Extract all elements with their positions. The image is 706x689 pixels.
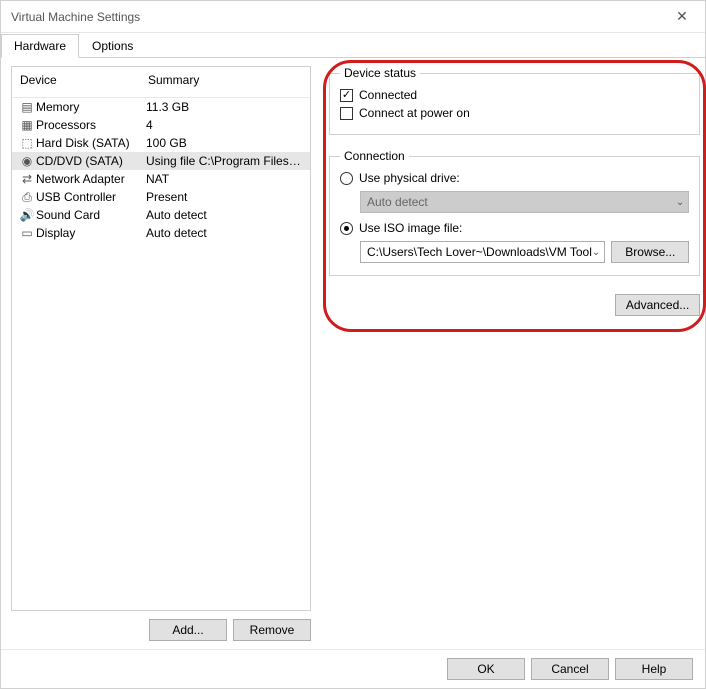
- device-summary: Auto detect: [146, 226, 304, 240]
- cpu-icon: ▦: [18, 118, 36, 132]
- device-list: Device Summary ▤Memory11.3 GB▦Processors…: [11, 66, 311, 611]
- chevron-down-icon[interactable]: ⌄: [592, 247, 600, 258]
- device-summary: 100 GB: [146, 136, 304, 150]
- device-rows: ▤Memory11.3 GB▦Processors4⬚Hard Disk (SA…: [12, 98, 310, 610]
- memory-icon: ▤: [18, 100, 36, 114]
- help-button[interactable]: Help: [615, 658, 693, 680]
- device-panel: Device Summary ▤Memory11.3 GB▦Processors…: [11, 66, 311, 641]
- device-label: Sound Card: [36, 208, 146, 222]
- titlebar: Virtual Machine Settings ✕: [1, 1, 705, 33]
- ok-button[interactable]: OK: [447, 658, 525, 680]
- chevron-down-icon: ⌄: [676, 197, 684, 208]
- col-summary: Summary: [148, 73, 302, 87]
- device-summary: Present: [146, 190, 304, 204]
- physical-drive-value: Auto detect: [367, 195, 676, 209]
- device-label: Memory: [36, 100, 146, 114]
- device-row[interactable]: 🔊Sound CardAuto detect: [12, 206, 310, 224]
- device-status-group: Device status Connected Connect at power…: [329, 66, 700, 135]
- connection-legend: Connection: [340, 149, 409, 163]
- power-on-label: Connect at power on: [359, 106, 470, 120]
- device-label: Network Adapter: [36, 172, 146, 186]
- tab-strip: Hardware Options: [1, 33, 705, 58]
- physical-drive-row[interactable]: Use physical drive:: [340, 169, 689, 187]
- settings-window: Virtual Machine Settings ✕ Hardware Opti…: [0, 0, 706, 689]
- add-button[interactable]: Add...: [149, 619, 227, 641]
- device-list-header: Device Summary: [12, 67, 310, 98]
- device-label: CD/DVD (SATA): [36, 154, 146, 168]
- network-icon: ⇄: [18, 172, 36, 186]
- cancel-button[interactable]: Cancel: [531, 658, 609, 680]
- tab-hardware[interactable]: Hardware: [1, 34, 79, 58]
- device-summary: 11.3 GB: [146, 100, 304, 114]
- device-label: Hard Disk (SATA): [36, 136, 146, 150]
- remove-button[interactable]: Remove: [233, 619, 311, 641]
- device-summary: NAT: [146, 172, 304, 186]
- device-status-legend: Device status: [340, 66, 420, 80]
- device-label: Processors: [36, 118, 146, 132]
- iso-radio[interactable]: [340, 222, 353, 235]
- device-row[interactable]: ◉CD/DVD (SATA)Using file C:\Program File…: [12, 152, 310, 170]
- display-icon: ▭: [18, 226, 36, 240]
- window-title: Virtual Machine Settings: [11, 10, 659, 24]
- device-label: USB Controller: [36, 190, 146, 204]
- device-row[interactable]: ⇄Network AdapterNAT: [12, 170, 310, 188]
- device-row[interactable]: ▤Memory11.3 GB: [12, 98, 310, 116]
- physical-drive-radio[interactable]: [340, 172, 353, 185]
- power-on-checkbox[interactable]: [340, 107, 353, 120]
- device-row[interactable]: ▭DisplayAuto detect: [12, 224, 310, 242]
- content-area: Device Summary ▤Memory11.3 GB▦Processors…: [1, 58, 705, 649]
- connection-group: Connection Use physical drive: Auto dete…: [329, 149, 700, 276]
- power-on-row[interactable]: Connect at power on: [340, 104, 689, 122]
- connected-checkbox[interactable]: [340, 89, 353, 102]
- iso-row[interactable]: Use ISO image file:: [340, 219, 689, 237]
- device-row[interactable]: ⬚Hard Disk (SATA)100 GB: [12, 134, 310, 152]
- connected-row[interactable]: Connected: [340, 86, 689, 104]
- sound-icon: 🔊: [18, 208, 36, 222]
- physical-drive-combo: Auto detect ⌄: [360, 191, 689, 213]
- dialog-buttons: OK Cancel Help: [1, 649, 705, 688]
- usb-icon: ⎙: [18, 190, 36, 205]
- col-device: Device: [20, 73, 148, 87]
- tab-options[interactable]: Options: [79, 34, 146, 58]
- device-summary: Auto detect: [146, 208, 304, 222]
- device-summary: 4: [146, 118, 304, 132]
- iso-label: Use ISO image file:: [359, 221, 462, 235]
- device-row[interactable]: ⎙USB ControllerPresent: [12, 188, 310, 206]
- disc-icon: ◉: [18, 154, 36, 168]
- physical-drive-label: Use physical drive:: [359, 171, 460, 185]
- device-label: Display: [36, 226, 146, 240]
- device-row[interactable]: ▦Processors4: [12, 116, 310, 134]
- iso-path-combo[interactable]: C:\Users\Tech Lover~\Downloads\VM Tool ⌄: [360, 241, 605, 263]
- device-summary: Using file C:\Program Files (x...: [146, 154, 304, 168]
- iso-path-value: C:\Users\Tech Lover~\Downloads\VM Tool: [367, 245, 592, 259]
- advanced-button[interactable]: Advanced...: [615, 294, 700, 316]
- disk-icon: ⬚: [18, 136, 36, 150]
- close-icon[interactable]: ✕: [659, 1, 705, 32]
- device-details-panel: Device status Connected Connect at power…: [329, 66, 700, 641]
- browse-button[interactable]: Browse...: [611, 241, 689, 263]
- connected-label: Connected: [359, 88, 417, 102]
